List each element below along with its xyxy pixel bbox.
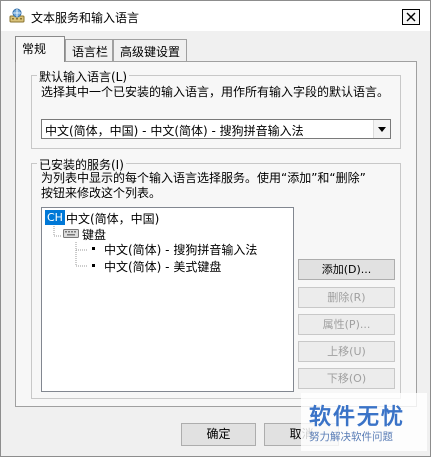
window-title: 文本服务和输入语言 <box>31 11 140 25</box>
tab-advanced-key-settings[interactable]: 高级键设置 <box>113 39 187 61</box>
tree-category-node[interactable]: 键盘 <box>82 226 106 243</box>
installed-services-description-line1: 为列表中显示的每个输入语言选择服务。使用“添加”和“删除” <box>41 171 366 185</box>
default-language-select[interactable]: 中文(简体，中国) - 中文(简体) - 搜狗拼音输入法 <box>41 119 391 139</box>
services-tree[interactable]: CH 中文(简体，中国) 键盘 中文(简体) - 搜狗拼音输入法 中文(简体) … <box>41 207 294 392</box>
bullet-icon <box>92 264 95 267</box>
watermark: 软件无忧 努力解决软件问题 <box>301 393 427 451</box>
keyboard-globe-icon <box>9 8 25 24</box>
bullet-icon <box>92 247 95 250</box>
default-language-description: 选择其中一个已安装的输入语言，用作所有输入字段的默认语言。 <box>41 85 390 99</box>
tab-general[interactable]: 常规 <box>15 36 65 62</box>
move-up-button[interactable]: 上移(U) <box>298 341 395 362</box>
tab-language-bar[interactable]: 语言栏 <box>65 39 113 61</box>
default-language-label: 默认输入语言(L) <box>37 68 130 85</box>
close-button[interactable] <box>402 9 420 25</box>
ok-button[interactable]: 确定 <box>181 423 256 446</box>
tab-label: 语言栏 <box>72 45 109 59</box>
tab-label: 高级键设置 <box>120 45 181 59</box>
title-bar: 文本服务和输入语言 <box>1 1 430 31</box>
installed-services-description-line2: 按钮来修改这个列表。 <box>41 186 162 200</box>
keyboard-icon <box>63 227 79 241</box>
watermark-subtitle: 努力解决软件问题 <box>309 431 393 443</box>
chevron-down-icon[interactable] <box>373 120 390 138</box>
watermark-title: 软件无忧 <box>309 405 406 430</box>
tab-label: 常规 <box>22 42 47 56</box>
close-icon <box>406 12 416 22</box>
move-down-button[interactable]: 下移(O) <box>298 368 395 389</box>
add-button[interactable]: 添加(D)... <box>298 259 395 280</box>
dialog-window: 文本服务和输入语言 常规 语言栏 高级键设置 默认输入语言(L) 选择其中一个已… <box>0 0 431 457</box>
remove-button[interactable]: 删除(R) <box>298 287 395 308</box>
tree-service-item[interactable]: 中文(简体) - 美式键盘 <box>104 258 221 275</box>
tree-service-item[interactable]: 中文(简体) - 搜狗拼音输入法 <box>104 241 257 258</box>
default-language-value: 中文(简体，中国) - 中文(简体) - 搜狗拼音输入法 <box>45 124 304 138</box>
properties-button[interactable]: 属性(P)... <box>298 314 395 335</box>
